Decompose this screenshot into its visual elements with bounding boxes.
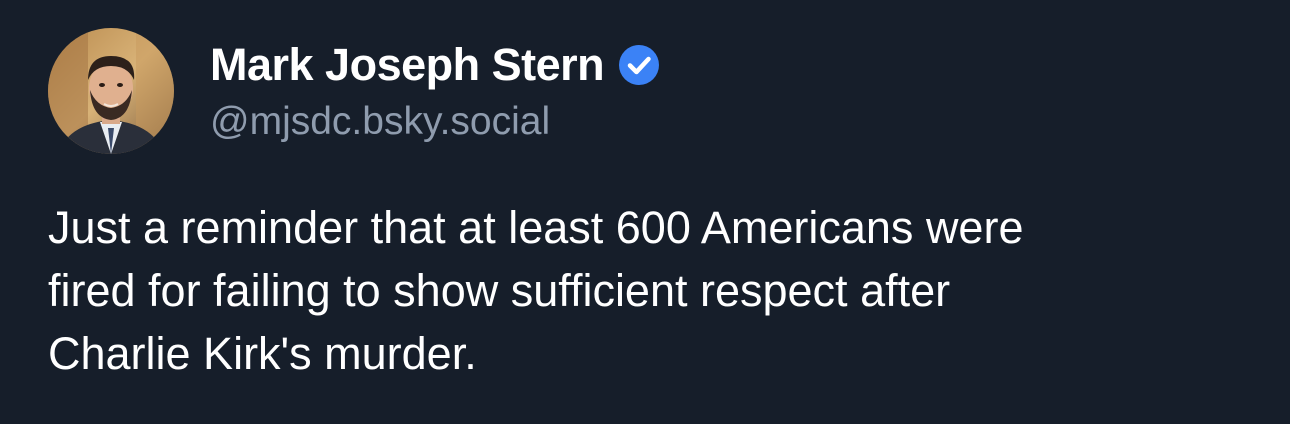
display-name-row: Mark Joseph Stern <box>210 36 660 94</box>
post-text-line: Just a reminder that at least 600 Americ… <box>48 202 1024 253</box>
avatar[interactable] <box>48 28 174 154</box>
post-text-line: Charlie Kirk's murder. <box>48 328 477 379</box>
avatar-image <box>48 28 174 154</box>
verified-badge-icon[interactable] <box>618 44 660 86</box>
post-text: Just a reminder that at least 600 Americ… <box>48 196 1248 385</box>
post-card: Mark Joseph Stern @mjsdc.bsky.social Jus… <box>0 0 1290 424</box>
user-handle[interactable]: @mjsdc.bsky.social <box>210 100 550 144</box>
display-name[interactable]: Mark Joseph Stern <box>210 39 605 91</box>
post-text-line: fired for failing to show sufficient res… <box>48 265 951 316</box>
